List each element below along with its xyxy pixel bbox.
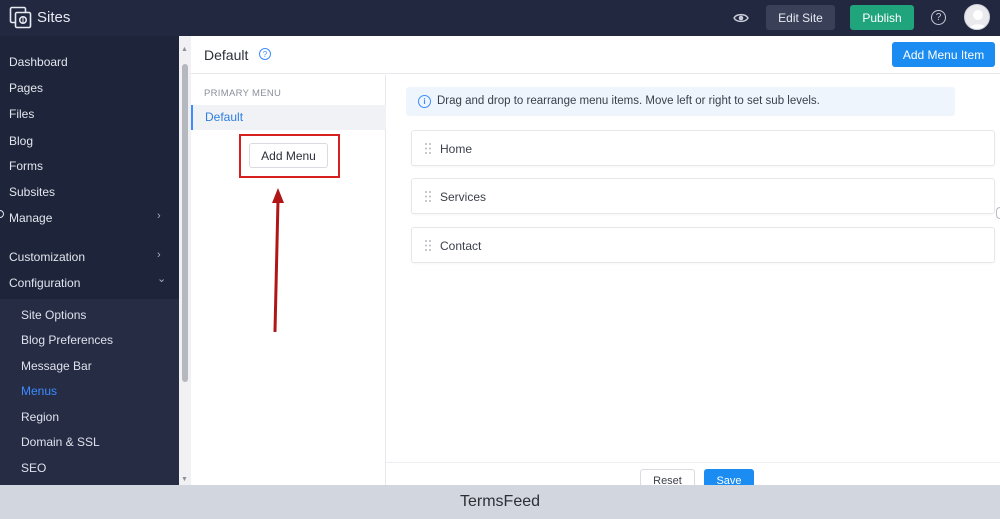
chevron-down-icon[interactable]: ⌄ xyxy=(157,272,166,285)
sidebar-item-customization[interactable]: Customization xyxy=(9,250,85,264)
add-menu-item-button[interactable]: Add Menu Item xyxy=(892,42,995,67)
chevron-right-icon[interactable]: › xyxy=(157,249,161,261)
sidebar-item-blog[interactable]: Blog xyxy=(9,134,33,148)
watermark-banner: TermsFeed xyxy=(0,485,1000,519)
sidebar-item-forms[interactable]: Forms xyxy=(9,159,43,173)
app-title: Sites xyxy=(37,9,71,26)
top-bar: Sites Edit Site Publish ? xyxy=(0,0,1000,36)
sidebar-subitem-menus[interactable]: Menus xyxy=(21,384,57,398)
edit-site-button[interactable]: Edit Site xyxy=(766,5,835,30)
sidebar-item-pages[interactable]: Pages xyxy=(9,81,43,95)
manage-indicator-icon xyxy=(0,210,4,218)
sidebar-subitem-domain-ssl[interactable]: Domain & SSL xyxy=(21,435,100,449)
content-header xyxy=(191,36,1000,74)
page-title: Default xyxy=(204,47,249,63)
scroll-down-icon[interactable]: ▼ xyxy=(181,476,188,483)
sidebar-subitem-region[interactable]: Region xyxy=(21,410,59,424)
menu-item-card[interactable]: Services xyxy=(411,178,995,214)
chevron-right-icon[interactable]: › xyxy=(157,210,161,222)
sidebar-item-manage[interactable]: Manage xyxy=(9,211,52,225)
menu-item-label: Contact xyxy=(440,239,482,253)
publish-button[interactable]: Publish xyxy=(850,5,914,30)
sidebar-subitem-message-bar[interactable]: Message Bar xyxy=(21,359,92,373)
menu-item-label: Home xyxy=(440,142,473,156)
drag-handle-icon[interactable] xyxy=(424,142,432,155)
sidebar-subitem-seo[interactable]: SEO xyxy=(21,461,46,475)
info-banner-text: Drag and drop to rearrange menu items. M… xyxy=(437,95,820,107)
sidebar-item-dashboard[interactable]: Dashboard xyxy=(9,55,68,69)
primary-menu-heading: PRIMARY MENU xyxy=(204,88,282,99)
menu-list-item-label[interactable]: Default xyxy=(205,110,243,124)
info-icon: i xyxy=(418,95,431,108)
user-avatar-icon xyxy=(968,10,988,29)
annotation-arrow-icon xyxy=(272,188,284,332)
menu-item-card[interactable]: Home xyxy=(411,130,995,166)
avatar[interactable] xyxy=(964,4,990,30)
menu-item-card[interactable]: Contact xyxy=(411,227,995,263)
sidebar-item-files[interactable]: Files xyxy=(9,107,34,121)
sidebar-scrollbar-thumb[interactable] xyxy=(182,64,188,382)
sidebar-subitem-blog-preferences[interactable]: Blog Preferences xyxy=(21,333,113,347)
resize-handle-icon[interactable] xyxy=(996,207,1000,219)
eye-icon[interactable] xyxy=(733,10,749,26)
sidebar-item-subsites[interactable]: Subsites xyxy=(9,185,55,199)
sidebar-item-configuration[interactable]: Configuration xyxy=(9,276,80,290)
help-icon[interactable]: ? xyxy=(931,10,946,25)
drag-handle-icon[interactable] xyxy=(424,239,432,252)
help-icon[interactable]: ? xyxy=(259,48,271,60)
menu-item-label: Services xyxy=(440,190,487,204)
sidebar-subitem-site-options[interactable]: Site Options xyxy=(21,308,86,322)
drag-handle-icon[interactable] xyxy=(424,190,432,203)
sidebar: Dashboard Pages Files Blog Forms Subsite… xyxy=(0,36,179,485)
annotation-highlight-box xyxy=(239,134,340,178)
scroll-up-icon[interactable]: ▲ xyxy=(181,46,188,53)
sites-logo-icon[interactable] xyxy=(9,6,32,29)
